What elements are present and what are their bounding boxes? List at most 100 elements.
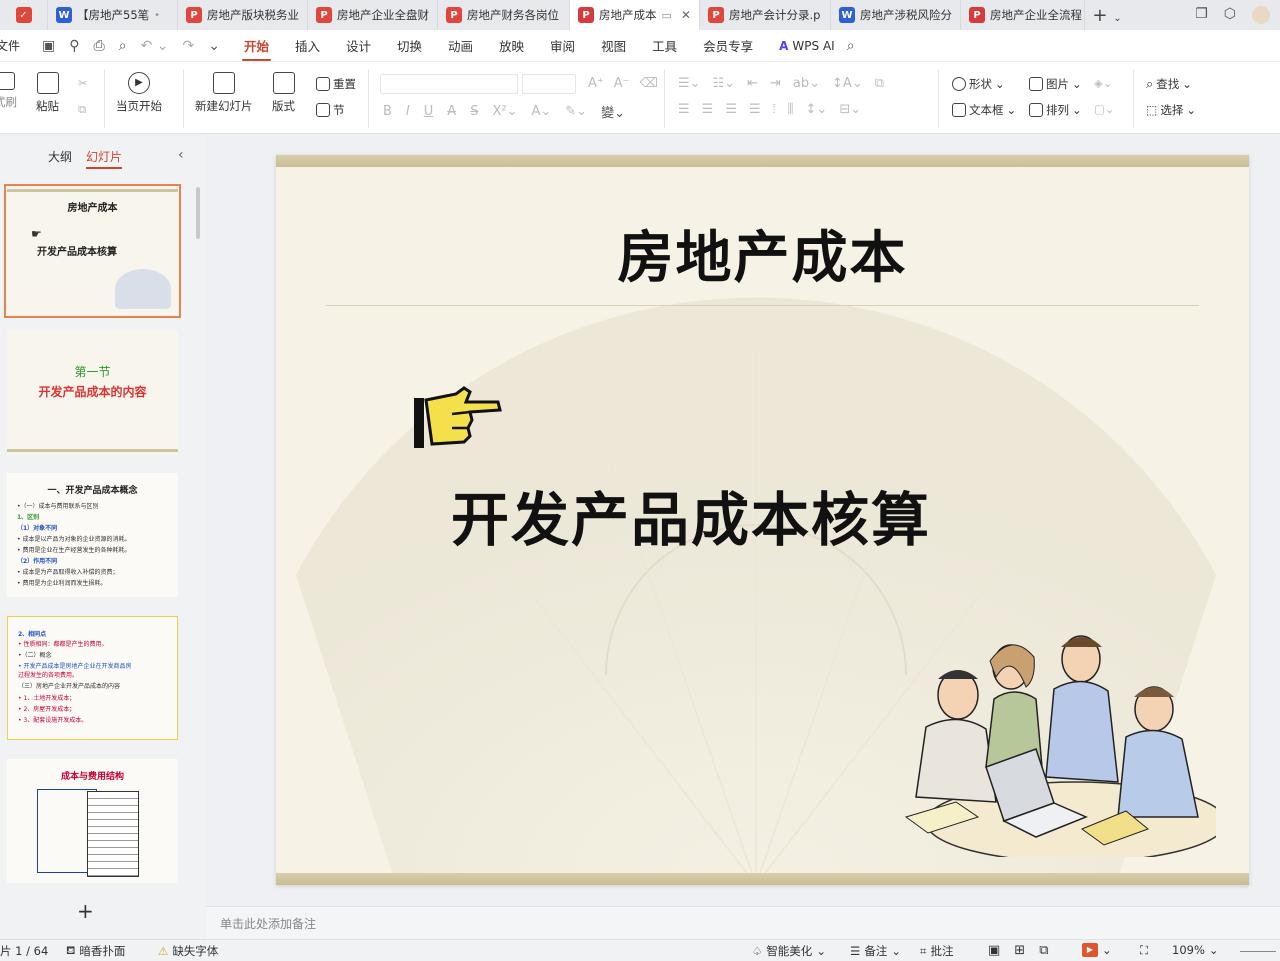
font-size-select[interactable]: [522, 74, 576, 94]
play-from-current-button[interactable]: ▶ 当页开始: [116, 72, 162, 114]
restore-icon[interactable]: ❐: [1195, 6, 1208, 24]
avatar[interactable]: [1252, 6, 1270, 24]
slide-thumbnail[interactable]: 2、相同点 • 性质相同：都都是产生的费用。 •（二）概念 • 开发产品成本是房…: [7, 616, 178, 740]
paragraph-spacing-icon[interactable]: ↕⌄: [806, 102, 828, 117]
char-spacing-icon[interactable]: 變⌄: [601, 102, 625, 121]
tab-slides[interactable]: 幻灯片: [86, 148, 123, 169]
tab-transitions[interactable]: 切换: [395, 30, 424, 61]
tab-insert[interactable]: 插入: [293, 30, 322, 61]
bold-icon[interactable]: B: [383, 104, 392, 119]
tab-outline[interactable]: 大纲: [48, 148, 72, 169]
slide-thumbnail[interactable]: 第一节 开发产品成本的内容: [7, 331, 178, 455]
zoom-slider[interactable]: [1240, 951, 1276, 952]
tab-home[interactable]: 开始: [241, 30, 271, 61]
slideshow-button[interactable]: ▶ ⌄: [1082, 943, 1112, 957]
redo-icon[interactable]: ↷: [182, 38, 194, 54]
print-preview-icon[interactable]: ⌕: [119, 38, 127, 54]
doc-tab-active[interactable]: P 房地产成本 ▭ ✕: [570, 0, 700, 30]
underline-icon[interactable]: U: [424, 104, 434, 119]
arrange-button[interactable]: 排列 ⌄: [1029, 102, 1082, 118]
strike-icon[interactable]: S: [470, 104, 478, 119]
normal-view-icon[interactable]: ▣: [988, 943, 1000, 958]
doc-tab[interactable]: W 房地产涉税风险分: [831, 0, 961, 30]
shape-button[interactable]: 形状 ⌄: [952, 76, 1005, 92]
wps-ai-button[interactable]: A WPS AI: [779, 39, 835, 53]
doc-tab[interactable]: P 房地产版块税务业: [178, 0, 308, 30]
outline-icon[interactable]: ▢⌄: [1094, 102, 1115, 116]
copy-icon[interactable]: ⧉: [78, 102, 86, 117]
outdent-icon[interactable]: ⇤: [747, 76, 758, 91]
select-button[interactable]: ⬚ 选择 ⌄: [1146, 102, 1196, 118]
tab-view[interactable]: 视图: [599, 30, 628, 61]
slide-thumbnail[interactable]: 一、开发产品成本概念 •（一）成本与费用联系与区别 1、区别 （1）对象不同 •…: [7, 473, 178, 597]
theme-button[interactable]: ⛾ 暗香扑面: [66, 943, 125, 959]
cube-icon[interactable]: ⬡: [1224, 6, 1236, 24]
distribute-icon[interactable]: ⦙: [773, 102, 776, 117]
share-icon[interactable]: ⚲: [69, 38, 79, 54]
reset-button[interactable]: 重置: [316, 76, 356, 92]
reading-view-icon[interactable]: ⧉: [1039, 943, 1048, 958]
doc-tab[interactable]: P 房地产企业全盘财: [308, 0, 438, 30]
chevron-left-icon[interactable]: ‹: [178, 147, 184, 163]
textbox-button[interactable]: 文本框 ⌄: [952, 102, 1016, 118]
undo-icon[interactable]: ↶ ⌄: [141, 38, 169, 54]
slide-subtitle[interactable]: 开发产品成本核算: [451, 473, 931, 557]
doc-tab[interactable]: P 房地产财务各岗位: [438, 0, 570, 30]
doc-tab[interactable]: P 房地产企业全流程: [961, 0, 1085, 30]
align-right-icon[interactable]: ☰: [725, 102, 737, 117]
page-indicator[interactable]: 片 1 / 64: [0, 943, 48, 959]
doc-tab[interactable]: P 房地产会计分录.p: [700, 0, 831, 30]
highlight-icon[interactable]: ✎⌄: [565, 104, 587, 119]
search-icon[interactable]: ⌕: [847, 38, 855, 54]
notes-toggle-button[interactable]: ☰ 备注 ⌄: [850, 943, 901, 959]
tab-slideshow[interactable]: 放映: [497, 30, 526, 61]
file-menu[interactable]: 文件: [0, 37, 26, 54]
chevron-down-icon[interactable]: ⌄: [208, 38, 220, 54]
superscript-icon[interactable]: X²⌄: [492, 104, 517, 119]
slide-thumbnail[interactable]: 成本与费用结构: [7, 759, 178, 883]
slide-sorter-icon[interactable]: ⊞: [1014, 943, 1025, 958]
missing-font-button[interactable]: ⚠ 缺失字体: [158, 943, 218, 959]
layout-button[interactable]: 版式: [272, 72, 295, 114]
bullet-list-icon[interactable]: ☰⌄: [678, 76, 701, 91]
numbered-list-icon[interactable]: ☷⌄: [713, 76, 736, 91]
tab-tools[interactable]: 工具: [650, 30, 679, 61]
strikethrough-icon[interactable]: A: [447, 104, 456, 119]
thumbnail-scrollbar[interactable]: [196, 187, 200, 239]
new-tab-button[interactable]: + ⌄: [1085, 5, 1129, 26]
comments-button[interactable]: ⌗ 批注: [920, 943, 953, 959]
text-direction-icon[interactable]: ab⌄: [793, 76, 820, 91]
format-painter-button[interactable]: 式刷: [0, 72, 17, 110]
increase-font-icon[interactable]: A⁺: [588, 76, 604, 91]
fit-to-window-icon[interactable]: ⛶: [1140, 943, 1148, 958]
save-icon[interactable]: ▣: [42, 38, 55, 54]
justify-icon[interactable]: ☰: [749, 102, 761, 117]
close-icon[interactable]: ✕: [681, 8, 691, 22]
add-slide-button[interactable]: +: [77, 899, 94, 923]
current-slide[interactable]: 房地产成本 开发产品成本核算: [276, 155, 1249, 885]
doc-tab[interactable]: W 【房地产55笔 •: [48, 0, 178, 30]
indent-icon[interactable]: ⇥: [770, 76, 781, 91]
paste-button[interactable]: 粘贴: [36, 72, 59, 114]
find-button[interactable]: ⌕ 查找 ⌄: [1146, 76, 1192, 92]
align-center-icon[interactable]: ☰: [702, 102, 714, 117]
italic-icon[interactable]: I: [406, 104, 410, 119]
text-align-icon[interactable]: ⊟⌄: [839, 102, 861, 117]
smart-beautify-button[interactable]: ♤ 智能美化 ⌄: [752, 943, 826, 959]
picture-button[interactable]: 图片 ⌄: [1029, 76, 1082, 92]
line-spacing-icon[interactable]: ↕A⌄: [832, 76, 863, 91]
notes-pane[interactable]: 单击此处添加备注: [206, 906, 1280, 939]
slide-title[interactable]: 房地产成本: [276, 213, 1249, 294]
print-icon[interactable]: ⎙: [94, 38, 105, 54]
tab-home[interactable]: ✓: [0, 0, 48, 30]
tab-animation[interactable]: 动画: [446, 30, 475, 61]
font-color-icon[interactable]: A⌄: [531, 104, 551, 119]
section-button[interactable]: 节: [316, 102, 345, 118]
cut-icon[interactable]: ✂: [78, 76, 88, 90]
decrease-font-icon[interactable]: A⁻: [614, 76, 630, 91]
new-slide-button[interactable]: 新建幻灯片: [195, 72, 253, 114]
font-family-select[interactable]: [380, 74, 518, 94]
clear-format-icon[interactable]: ⌫: [640, 76, 658, 91]
zoom-level[interactable]: 109% ⌄: [1172, 943, 1219, 957]
fill-icon[interactable]: ◈⌄: [1094, 76, 1112, 90]
